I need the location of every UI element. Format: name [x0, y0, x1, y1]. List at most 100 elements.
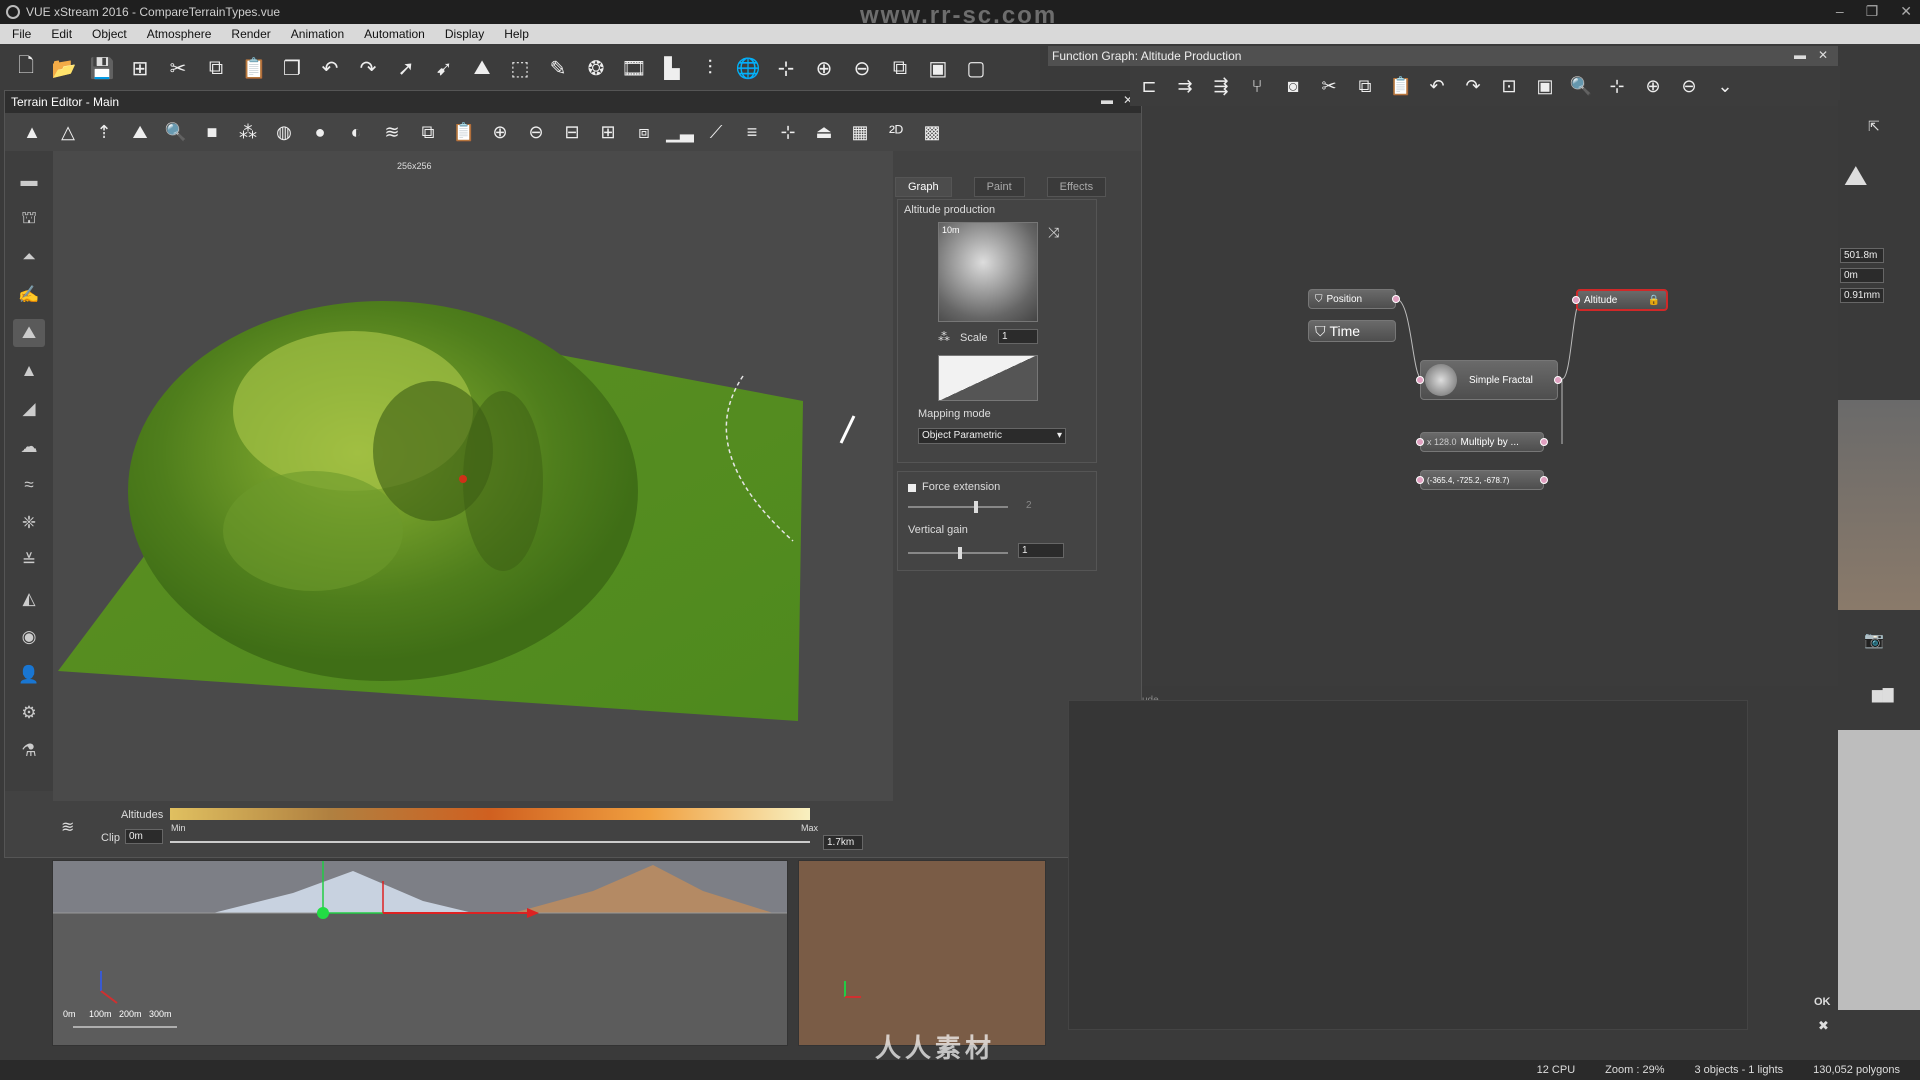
filter-curve-preview[interactable] [938, 355, 1038, 401]
brush-icon[interactable]: ✎ [542, 52, 574, 84]
function-thumbnail[interactable]: 10m [938, 222, 1038, 322]
vector-output-port[interactable] [1540, 476, 1548, 484]
zoom-icon[interactable]: 🔍 [161, 117, 191, 147]
position-output-port[interactable] [1392, 295, 1400, 303]
flatten-icon[interactable]: ⏏ [809, 117, 839, 147]
swap-view-icon[interactable]: ⧉ [884, 52, 916, 84]
right-value-2[interactable]: 0m [1840, 268, 1884, 283]
vertical-gain-input[interactable]: 1 [1018, 543, 1064, 558]
add-node-icon[interactable]: ⊏ [1134, 71, 1164, 101]
terrain-icon[interactable]: ⛰ [466, 52, 498, 84]
frame-all-icon[interactable]: ▣ [1530, 71, 1560, 101]
frame-icon[interactable]: ▣ [922, 52, 954, 84]
safe-frame-icon[interactable]: ▢ [960, 52, 992, 84]
minimize-icon[interactable]: – [1836, 0, 1844, 22]
layers-icon[interactable]: ≋ [377, 117, 407, 147]
cut-icon[interactable]: ✂ [162, 52, 194, 84]
branch-icon[interactable]: ⑂ [1242, 71, 1272, 101]
redo-icon[interactable]: ↷ [1458, 71, 1488, 101]
scatter-icon[interactable]: ⁂ [233, 117, 263, 147]
clip-range-slider[interactable] [170, 841, 810, 843]
altitude-gradient-bar[interactable] [170, 808, 810, 820]
right-value-1[interactable]: 501.8m [1840, 248, 1884, 263]
clip-input[interactable]: 0m [125, 829, 163, 844]
resolution-down-icon[interactable]: ⊟ [557, 117, 587, 147]
menu-help[interactable]: Help [504, 27, 529, 41]
fill-brush-icon[interactable]: ⚗ [13, 737, 45, 765]
max-altitude-input[interactable]: 1.7km [823, 835, 863, 850]
sphere-grid-icon[interactable]: ◍ [269, 117, 299, 147]
collapse-icon[interactable]: ⌄ [1710, 71, 1740, 101]
fractal-output-port[interactable] [1554, 376, 1562, 384]
copy-icon[interactable]: ⧉ [200, 52, 232, 84]
menu-edit[interactable]: Edit [51, 27, 72, 41]
altitude-input-port[interactable] [1572, 296, 1580, 304]
menu-automation[interactable]: Automation [364, 27, 425, 41]
zoom-in-icon[interactable]: ⊕ [808, 52, 840, 84]
bar-chart-icon[interactable]: ▆▇ [1872, 686, 1894, 703]
raise-brush-icon[interactable]: ⛰ [13, 319, 45, 347]
multiply-input-port[interactable] [1416, 438, 1424, 446]
cliff-brush-icon[interactable]: ◭ [13, 585, 45, 613]
zoom-region-icon[interactable]: ⊹ [1602, 71, 1632, 101]
vector-input-port[interactable] [1416, 476, 1424, 484]
time-node[interactable]: ⛉ Time [1308, 320, 1396, 342]
eye-brush-icon[interactable]: ◉ [13, 623, 45, 651]
search-icon[interactable]: 🔍 [1566, 71, 1596, 101]
terrain-viewport[interactable] [53, 151, 893, 801]
menu-file[interactable]: File [12, 27, 31, 41]
tab-paint[interactable]: Paint [973, 177, 1025, 197]
fractal-input-port[interactable] [1416, 376, 1424, 384]
paste-icon[interactable]: 📋 [238, 52, 270, 84]
save-icon[interactable]: 💾 [86, 52, 118, 84]
histogram-icon[interactable]: ▁▃ [665, 117, 695, 147]
undo-icon[interactable]: ↶ [1422, 71, 1452, 101]
minimize-icon[interactable]: ▬ [1794, 48, 1806, 62]
force-extension-checkbox[interactable] [908, 484, 916, 492]
menu-display[interactable]: Display [445, 27, 484, 41]
gear-brush-icon[interactable]: ⚙ [13, 699, 45, 727]
square-icon[interactable]: ■ [197, 117, 227, 147]
swap-icon[interactable]: ⧈ [629, 117, 659, 147]
texture-node-icon[interactable]: ◙ [1278, 71, 1308, 101]
menu-animation[interactable]: Animation [291, 27, 344, 41]
globe-icon[interactable]: 🌐 [732, 52, 764, 84]
camera-viewport[interactable] [798, 860, 1046, 1046]
insert-node-icon[interactable]: ⇶ [1206, 71, 1236, 101]
copy-icon[interactable]: ⧉ [413, 117, 443, 147]
raise-icon[interactable]: ▲ [17, 117, 47, 147]
multiply-node[interactable]: x 128.0 Multiply by ... [1420, 432, 1544, 452]
sphere-icon[interactable]: ● [305, 117, 335, 147]
altitude-node[interactable]: Altitude 🔒 [1576, 289, 1668, 311]
connect-node-icon[interactable]: ⇉ [1170, 71, 1200, 101]
force-extension-slider[interactable] [908, 501, 1008, 513]
add-layer-icon[interactable]: ⊹ [773, 117, 803, 147]
undo-icon[interactable]: ↶ [314, 52, 346, 84]
vertical-gain-slider[interactable] [908, 547, 1008, 559]
move-icon[interactable]: ⇱ [1868, 118, 1880, 135]
zoom-in-icon[interactable]: ⊕ [485, 117, 515, 147]
minimize-icon[interactable]: ▬ [1101, 93, 1113, 107]
materials-icon[interactable]: ❂ [580, 52, 612, 84]
resolution-up-icon[interactable]: ⊞ [593, 117, 623, 147]
open-folder-icon[interactable]: 📂 [48, 52, 80, 84]
new-file-icon[interactable]: 🗋 [10, 52, 42, 84]
lower-icon[interactable]: △ [53, 117, 83, 147]
rocky-brush-icon[interactable]: ❈ [13, 509, 45, 537]
curve-icon[interactable]: ⟋ [701, 117, 731, 147]
smudge-brush-icon[interactable]: ✍ [13, 281, 45, 309]
box-icon[interactable]: ⬚ [504, 52, 536, 84]
tab-effects[interactable]: Effects [1046, 177, 1107, 197]
select-icon[interactable]: ➚ [390, 52, 422, 84]
paste-icon[interactable]: 📋 [1386, 71, 1416, 101]
scale-input[interactable]: 1 [998, 329, 1038, 344]
zoom-out-icon[interactable]: ⊖ [521, 117, 551, 147]
copy-icon[interactable]: ⧉ [1350, 71, 1380, 101]
zoom-in-icon[interactable]: ⊕ [1638, 71, 1668, 101]
stamp-brush-icon[interactable]: ⛫ [13, 205, 45, 233]
mirror-icon[interactable]: ⫶ [694, 52, 726, 84]
dune-brush-icon[interactable]: ☁ [13, 433, 45, 461]
save-as-icon[interactable]: ⊞ [124, 52, 156, 84]
camera-icon[interactable]: 📷 [1864, 630, 1884, 650]
zoom-out-icon[interactable]: ⊖ [846, 52, 878, 84]
